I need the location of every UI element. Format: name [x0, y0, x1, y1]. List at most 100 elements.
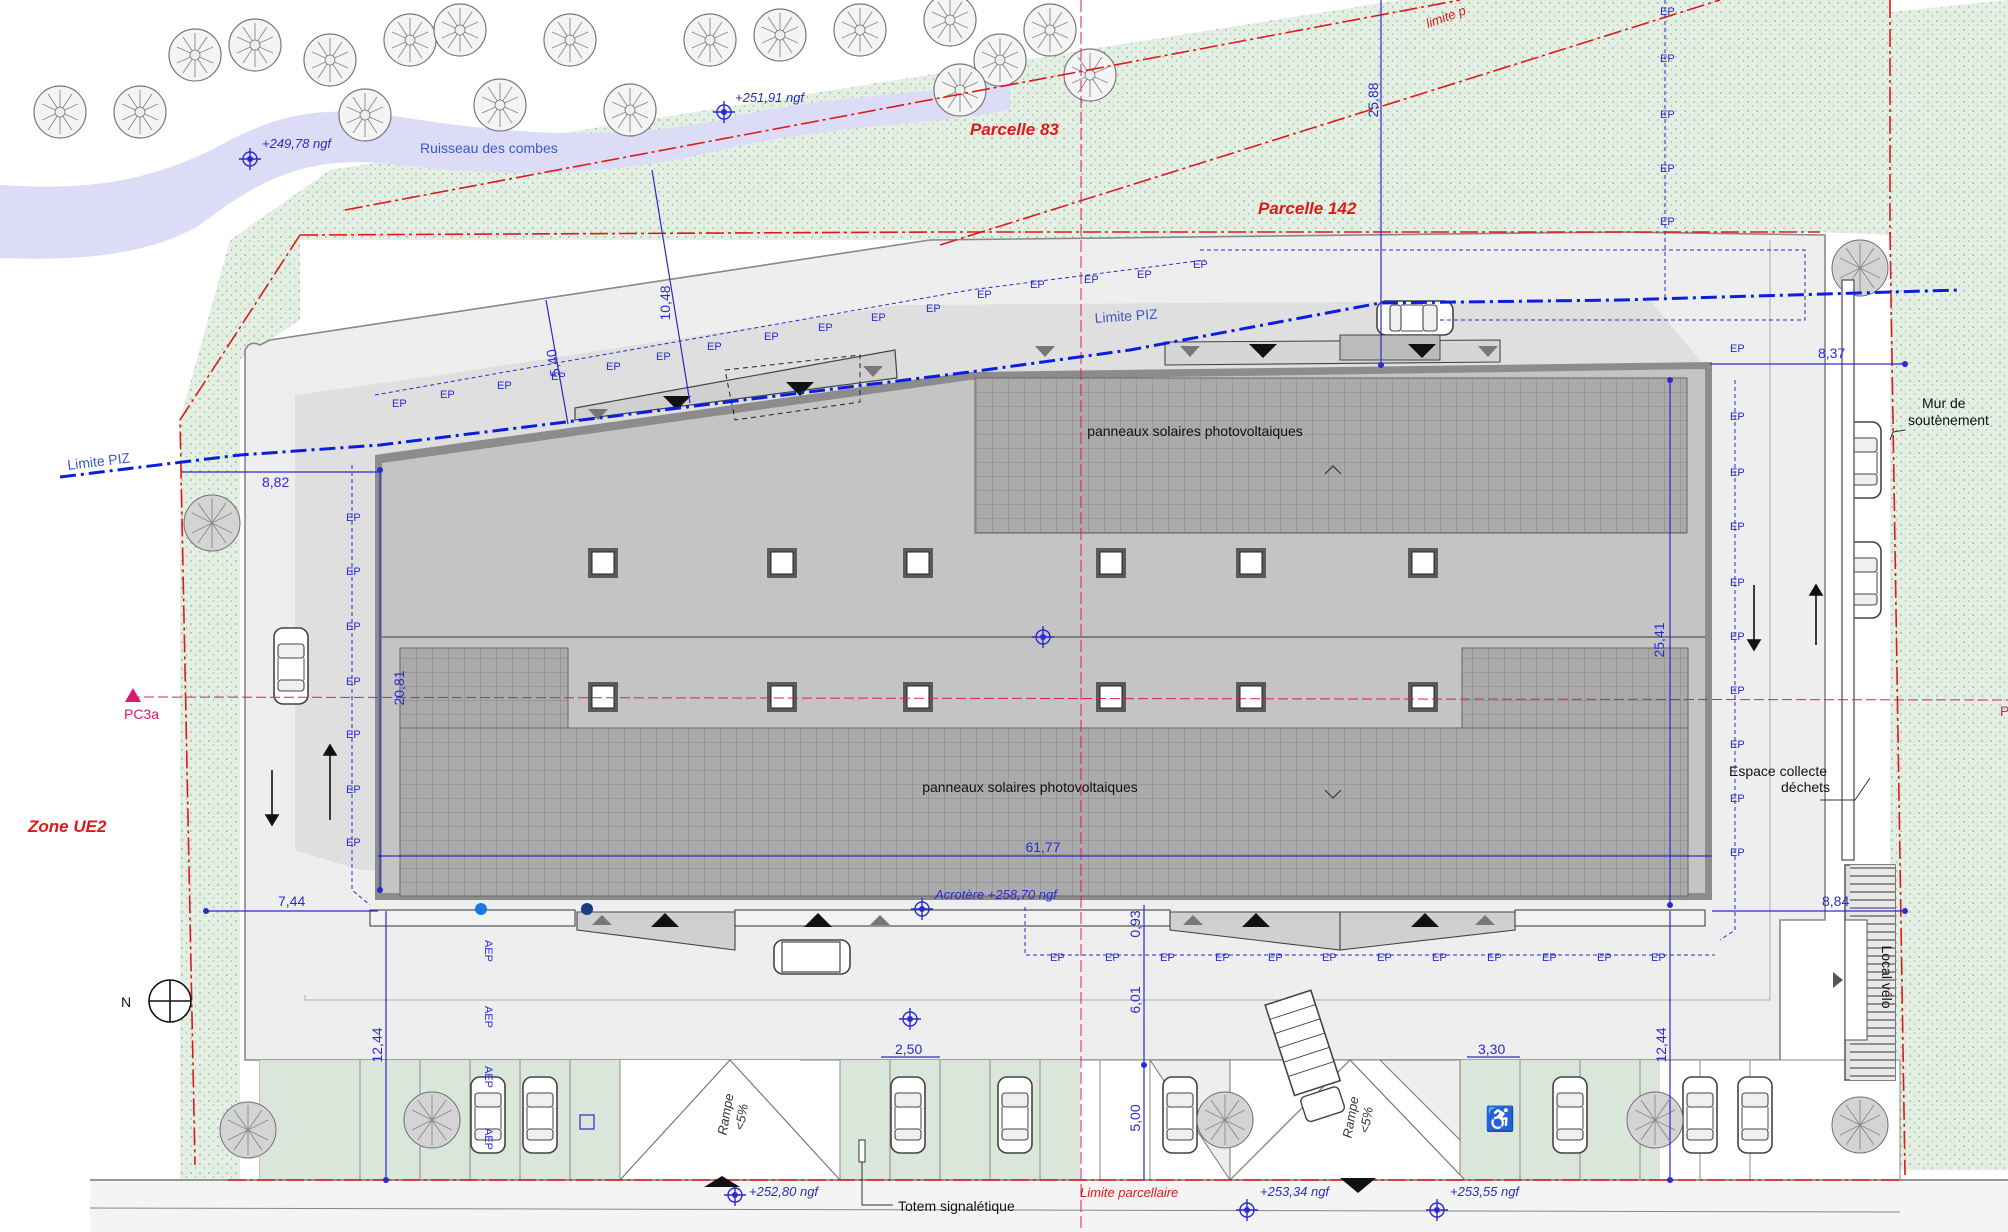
- tree-icon: [603, 83, 657, 137]
- tree-icon: [473, 78, 527, 132]
- ep-label: EP: [764, 331, 779, 343]
- ep-label: EP: [606, 361, 621, 373]
- tree-icon: [753, 8, 807, 62]
- dimension-label: 12,44: [1653, 1027, 1669, 1062]
- tree-icon: [1831, 239, 1889, 297]
- ep-label: EP: [346, 784, 361, 796]
- ep-label: EP: [977, 289, 992, 301]
- ep-label: EP: [1487, 952, 1502, 964]
- car-icon: [522, 1076, 558, 1154]
- ep-label: EP: [1730, 739, 1745, 751]
- ep-label: EP: [656, 351, 671, 363]
- waste-area-label-line1: Espace collecte: [1729, 763, 1827, 779]
- ep-label: EP: [1597, 952, 1612, 964]
- dimension-label: 5,00: [1127, 1104, 1143, 1131]
- tree-icon: [183, 494, 241, 552]
- ep-label: EP: [440, 389, 455, 401]
- site-plan: Ruisseau des combes Rampe <5% Rampe <5% …: [0, 0, 2008, 1232]
- tree-icon: [1023, 3, 1077, 57]
- tree-icon: [833, 3, 887, 57]
- car-icon: [1376, 300, 1454, 336]
- tree-icon: [219, 1101, 277, 1159]
- parcel-limit-bottom-label: Limite parcellaire: [1080, 1185, 1178, 1200]
- ep-label: EP: [497, 380, 512, 392]
- ep-label: EP: [1730, 343, 1745, 355]
- dimension-label: 8,37: [1818, 345, 1845, 361]
- ep-label: EP: [346, 621, 361, 633]
- road: [90, 1180, 2008, 1232]
- retaining-wall-label-line1: Mur de: [1922, 395, 1966, 411]
- ep-label: EP: [1105, 952, 1120, 964]
- section-label-pc3a: PC3a: [124, 706, 159, 722]
- accessible-parking-icon: ♿: [1485, 1105, 1515, 1133]
- skylight-icon: [766, 681, 798, 713]
- stream-label: Ruisseau des combes: [420, 140, 558, 156]
- solar-panels-east: [1461, 647, 1689, 731]
- car-icon: [890, 1076, 926, 1154]
- parking-green-mid: [840, 1060, 1080, 1180]
- tree-icon: [1196, 1091, 1254, 1149]
- skylight-icon: [902, 547, 934, 579]
- tree-icon: [168, 28, 222, 82]
- ep-label: EP: [1660, 109, 1675, 121]
- ep-label: EP: [346, 729, 361, 741]
- ep-label: EP: [926, 303, 941, 315]
- dimension-label: 20,81: [391, 670, 407, 705]
- ep-label: EP: [346, 566, 361, 578]
- aep-label: AEP: [482, 1006, 494, 1028]
- ep-label: EP: [346, 676, 361, 688]
- ep-label: EP: [1050, 952, 1065, 964]
- aep-label: AEP: [482, 940, 494, 962]
- skylight-icon: [1407, 681, 1439, 713]
- dimension-label: 6,01: [1127, 986, 1143, 1013]
- tree-icon: [113, 85, 167, 139]
- skylight-icon: [1235, 681, 1267, 713]
- dimension-label: 12,44: [369, 1027, 385, 1062]
- bike-shelter-label: Local vélo: [1879, 945, 1895, 1008]
- car-icon: [1737, 1076, 1773, 1154]
- skylight-icon: [766, 547, 798, 579]
- planter-strip: [369, 909, 576, 927]
- planter-strip: [1514, 909, 1706, 927]
- acroterion-label: Acrotère +258,70 ngf: [934, 887, 1058, 902]
- dimension-label: 2,50: [895, 1041, 922, 1057]
- zone-label: Zone UE2: [27, 817, 107, 836]
- ep-label: EP: [1660, 6, 1675, 18]
- tree-icon: [683, 13, 737, 67]
- ep-label: EP: [1660, 53, 1675, 65]
- dimension-label: 61,77: [1025, 839, 1060, 855]
- tree-icon: [923, 0, 977, 47]
- tree-icon: [383, 13, 437, 67]
- ep-label: EP: [1030, 279, 1045, 291]
- ep-label: EP: [1730, 577, 1745, 589]
- solar-label-south: panneaux solaires photovoltaiques: [922, 779, 1138, 795]
- ep-label: EP: [1268, 952, 1283, 964]
- skylight-icon: [1095, 681, 1127, 713]
- totem-label: Totem signalétique: [898, 1198, 1015, 1214]
- ep-label: EP: [1730, 521, 1745, 533]
- solar-panels-north: [974, 377, 1688, 534]
- tree-icon: [1831, 1096, 1889, 1154]
- hydrant-icon: [581, 903, 593, 915]
- skylight-icon: [1235, 547, 1267, 579]
- skylight-icon: [1095, 547, 1127, 579]
- canopy-north-east: [1164, 339, 1501, 366]
- ep-label: EP: [1730, 847, 1745, 859]
- car-icon: [1682, 1076, 1718, 1154]
- ep-label: EP: [1730, 793, 1745, 805]
- ep-label: EP: [1215, 952, 1230, 964]
- planter-strip: [734, 909, 1171, 927]
- ep-label: EP: [1432, 952, 1447, 964]
- solar-label-north: panneaux solaires photovoltaiques: [1087, 423, 1303, 439]
- parcel-142-label: Parcelle 142: [1258, 199, 1357, 218]
- tree-icon: [543, 13, 597, 67]
- skylight-icon: [587, 681, 619, 713]
- ep-label: EP: [1193, 259, 1208, 271]
- tree-icon: [433, 3, 487, 57]
- north-label: N: [121, 994, 131, 1010]
- ep-label: EP: [1730, 685, 1745, 697]
- hydrant-icon: [475, 903, 487, 915]
- skylight-icon: [587, 547, 619, 579]
- level-label: +251,91 ngf: [735, 90, 805, 105]
- tree-icon: [338, 88, 392, 142]
